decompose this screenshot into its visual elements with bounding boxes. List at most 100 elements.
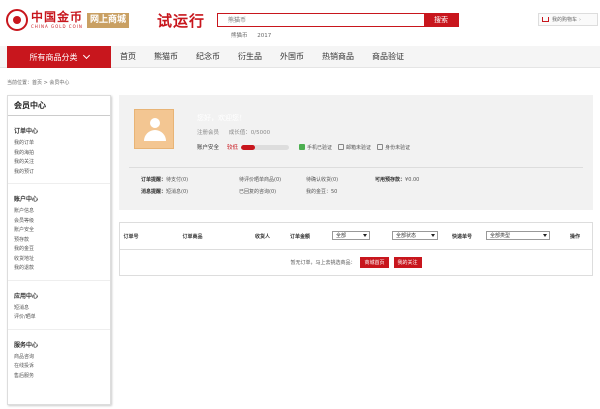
deposit-value: ¥0.00 [405,177,420,183]
sidebar-link[interactable]: 我的金豆 [14,245,104,255]
security-progress-fill [241,144,256,150]
deposit-label: 可用预存款： [375,177,406,183]
sidebar-link[interactable]: 商品咨询 [14,353,104,363]
breadcrumb: 当前位置：首页 > 会员中心 [7,80,70,86]
user-icon [150,118,160,128]
logo-badge: 网上商城 [87,12,130,28]
logo-text-en: CHINA GOLD COIN [31,24,83,29]
hot-word-link[interactable]: 熊猫币 [231,33,248,39]
type-filter-select[interactable]: 全部类型 [486,231,550,240]
search-input[interactable] [218,14,424,26]
member-sidebar: 会员中心 订单中心 我的订单 我的海拍 我的关注 我的预订 账户中心 账户信息 … [7,95,111,405]
nav-item-hot[interactable]: 热销商品 [313,46,363,68]
empty-orders-row: 暂无订单，马上去挑选商品： 商城首页 我的关注 [119,250,593,276]
sidebar-group-service: 服务中心 商品咨询 在线投诉 售后服务 [8,340,110,382]
nav-item-derivatives[interactable]: 衍生品 [229,46,271,68]
sidebar-link[interactable]: 收货地址 [14,255,104,265]
sidebar-link[interactable]: 售后服务 [14,372,104,382]
growth-value: 成长值：0/5000 [228,130,271,136]
nav-item-home[interactable]: 首页 [111,46,145,68]
sidebar-link[interactable]: 我的预订 [14,168,104,178]
nav-item-foreign[interactable]: 外国币 [271,46,313,68]
sidebar-group-head: 账户中心 [14,196,39,203]
dropdown-arrow-icon [543,234,547,237]
dropdown-arrow-icon [431,234,435,237]
chevron-down-icon [82,51,90,60]
member-level-row: 注册会员 成长值：0/5000 [197,128,278,136]
nav-items: 首页 熊猫币 纪念币 衍生品 外国币 热销商品 商品验证 [111,46,413,68]
avatar[interactable] [134,109,174,149]
site-logo[interactable]: 中国金币 CHINA GOLD COIN 网上商城 [6,9,130,31]
phone-verified-icon [299,144,306,150]
col-actions: 操作 [569,233,580,240]
sidebar-link[interactable]: 评价/晒单 [14,313,104,323]
member-level: 注册会员 [197,130,220,136]
message-tip-label: 消息提醒： [141,189,167,195]
member-summary-panel: 您好，欢迎您！ 注册会员 成长值：0/5000 账户安全 较低 手机已验证 邮箱… [119,95,593,210]
sidebar-link[interactable]: 在线投诉 [14,362,104,372]
email-verify[interactable]: 邮箱未验证 [338,144,371,151]
order-tip-label: 订单提醒： [141,177,167,183]
email-icon [338,144,345,150]
site-header: 中国金币 CHINA GOLD COIN 网上商城 试运行 搜索 熊猫币 201… [0,0,600,44]
empty-orders-text: 暂无订单，马上去挑选商品： [290,260,356,266]
all-categories-button[interactable]: 所有商品分类 [7,46,111,68]
time-filter-select[interactable]: 全部 [332,231,370,240]
sidebar-link[interactable]: 账户信息 [14,207,104,217]
search-button[interactable]: 搜索 [424,14,458,26]
search-bar: 搜索 [217,13,459,27]
member-stats: 订单提醒：待支付(0) 待评价晒单商品(0) 待确认收货(0) 可用预存款：¥0… [129,167,583,200]
nav-item-commemorative[interactable]: 纪念币 [187,46,229,68]
sidebar-link[interactable]: 短消息 [14,304,104,314]
sidebar-group-apps: 应用中心 短消息 评价/晒单 [8,291,110,330]
pending-confirm-link[interactable]: 待确认收货(0) [306,176,338,183]
phone-verify[interactable]: 手机已验证 [299,144,332,151]
col-order-no: 订单号 [123,233,139,240]
account-security-row: 账户安全 较低 手机已验证 邮箱未验证 身份未验证 [197,143,410,151]
cart-icon [542,17,549,22]
sidebar-group-head: 订单中心 [14,128,39,135]
trial-label: 试运行 [157,12,206,30]
coin-logo-icon [6,9,28,31]
col-goods: 订单商品 [182,233,203,240]
my-follow-button[interactable]: 我的关注 [393,257,422,268]
col-amount: 订单金额 [289,233,310,240]
sidebar-group-head: 服务中心 [14,341,39,349]
sidebar-group-account: 账户中心 账户信息 会员等级 账户安全 预存款 我的金豆 收货地址 我的退款 [8,194,110,281]
nav-item-panda[interactable]: 熊猫币 [145,46,187,68]
sidebar-link[interactable]: 账户安全 [14,226,104,236]
cart-label: 我的购物车 [552,17,578,23]
security-level: 较低 [227,145,239,151]
id-card-icon [377,144,384,150]
pending-pay-link[interactable]: 待支付(0) [166,177,188,183]
hot-words: 熊猫币 2017 [231,31,279,39]
identity-verify[interactable]: 身份未验证 [377,144,410,151]
order-table-header: 订单号 订单商品 收货人 订单金额 全部 全部状态 快递单号 全部类型 操作 [119,222,593,250]
replied-consult-link[interactable]: 已回复的咨询(0) [239,188,276,195]
col-receiver: 收货人 [254,233,270,240]
sidebar-link[interactable]: 会员等级 [14,217,104,227]
main-nav: 所有商品分类 首页 熊猫币 纪念币 衍生品 外国币 热销商品 商品验证 [0,46,600,68]
shop-home-button[interactable]: 商城首页 [360,257,389,268]
chevron-right-icon: › [579,16,582,23]
status-filter-select[interactable]: 全部状态 [392,231,438,240]
hot-word-link[interactable]: 2017 [257,33,271,39]
security-progress-bar [241,144,290,150]
security-label: 账户安全 [197,145,220,151]
col-express-no: 快递单号 [451,233,472,240]
sidebar-link[interactable]: 我的订单 [14,139,104,149]
nav-item-verify[interactable]: 商品验证 [363,46,413,68]
short-message-link[interactable]: 短消息(0) [166,189,188,195]
sidebar-group-orders: 订单中心 我的订单 我的海拍 我的关注 我的预订 [8,126,110,184]
sidebar-link[interactable]: 我的关注 [14,158,104,168]
sidebar-link[interactable]: 我的退款 [14,264,104,274]
gold-beans: 我的金豆：50 [306,189,338,195]
sidebar-link[interactable]: 预存款 [14,236,104,246]
sidebar-link[interactable]: 我的海拍 [14,149,104,159]
cart-button[interactable]: 我的购物车 › [538,13,598,26]
pending-review-link[interactable]: 待评价晒单商品(0) [239,176,281,183]
welcome-text: 您好，欢迎您！ [197,114,246,122]
sidebar-title: 会员中心 [8,96,110,116]
dropdown-arrow-icon [363,234,367,237]
logo-text-cn: 中国金币 [31,10,84,24]
